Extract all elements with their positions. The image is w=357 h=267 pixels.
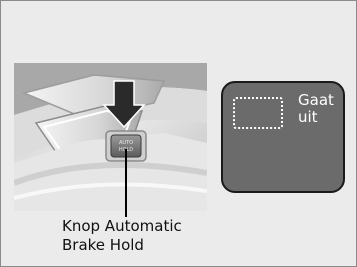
callout-leader-extension	[125, 209, 127, 217]
callout-label: Knop Automatic Brake Hold	[62, 217, 182, 254]
console-photo: AUTO HOLD	[14, 63, 207, 211]
indicator-label: Gaat uit	[298, 91, 334, 126]
indicator-off-icon	[233, 97, 283, 129]
illustration-panel: AUTO HOLD Gaat uit Knop Automatic Brake …	[0, 0, 357, 267]
button-engraving-line1: AUTO	[119, 140, 133, 146]
dashboard-indicator-panel: Gaat uit	[221, 81, 345, 193]
